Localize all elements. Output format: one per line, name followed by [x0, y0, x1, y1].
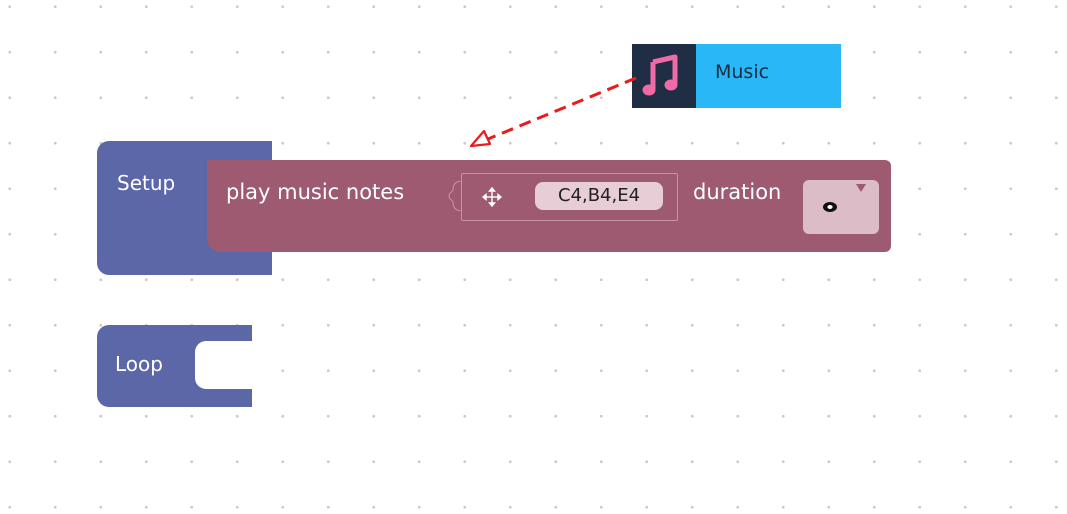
duration-dropdown[interactable] — [803, 180, 879, 234]
socket-puzzle-connector — [448, 181, 462, 211]
move-icon[interactable] — [481, 186, 503, 208]
chevron-down-icon[interactable] — [856, 184, 866, 192]
music-category-label: Music — [715, 61, 770, 83]
loop-statement-slot — [195, 341, 252, 389]
duration-label: duration — [693, 180, 782, 204]
play-music-notes-label: play music notes — [226, 180, 405, 204]
loop-label: Loop — [115, 352, 163, 376]
eye-icon — [823, 202, 837, 212]
setup-label: Setup — [117, 171, 176, 195]
notes-value-field[interactable]: C4,B4,E4 — [535, 182, 663, 210]
music-note-icon — [642, 54, 678, 96]
